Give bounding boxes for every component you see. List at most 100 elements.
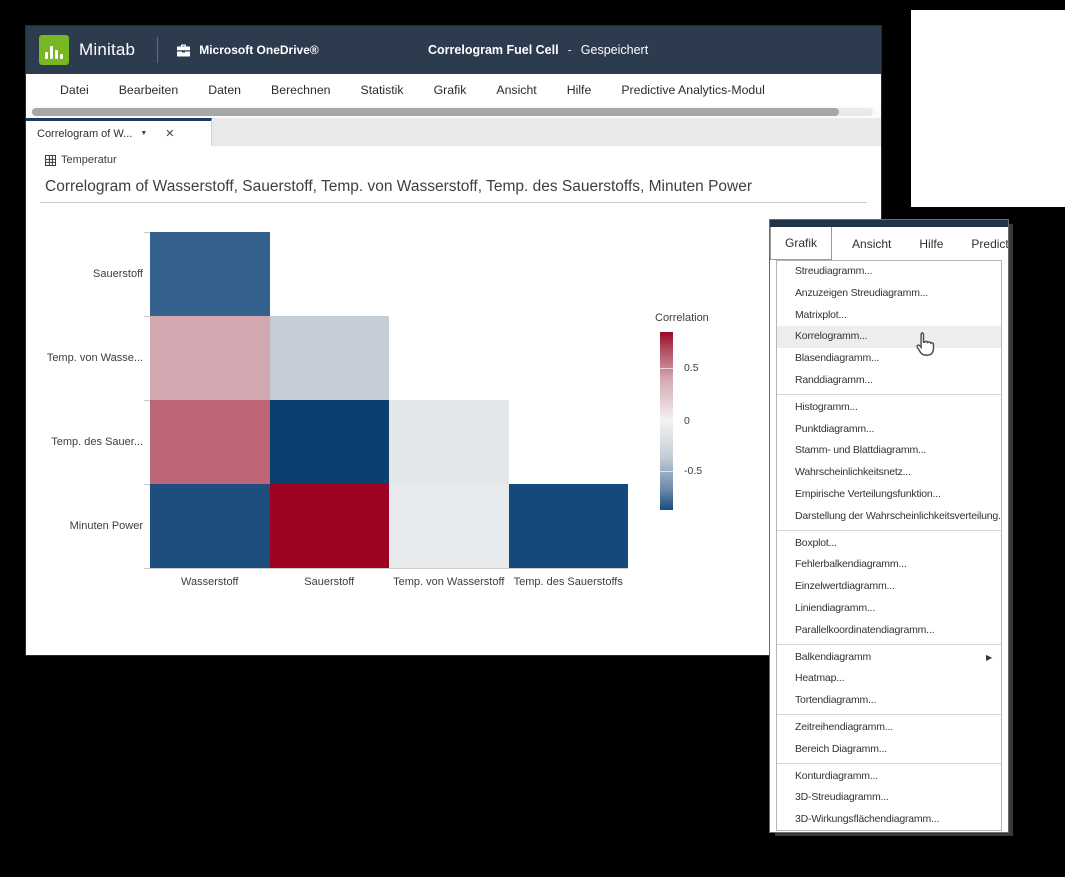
menu-item-heatmap[interactable]: Heatmap... [777,668,1001,690]
menu-item-3d-streudiagramm[interactable]: 3D-Streudiagramm... [777,787,1001,809]
correlogram-cell [150,232,270,316]
storage-provider-label: Microsoft OneDrive® [199,43,319,57]
header-divider [157,37,158,63]
legend-tick-0: 0 [684,415,690,427]
document-title: Correlogram Fuel Cell - Gespeichert [428,26,648,74]
menubar-item-hilfe[interactable]: Hilfe [567,83,592,97]
legend-tick-0-5: 0.5 [684,362,699,374]
menubar-item-grafik[interactable]: Grafik [434,83,467,97]
menu-item-liniendiagramm[interactable]: Liniendiagramm... [777,598,1001,620]
brand-name: Minitab [79,40,135,60]
menu-separator [777,394,1001,395]
tab-correlogram[interactable]: Correlogram of W... ▼ ✕ [26,118,212,146]
chart-row-labels: SauerstoffTemp. von Wasse...Temp. des Sa… [26,232,143,568]
panel-menubar-item-predictiv[interactable]: Predictiv [957,227,1008,260]
main-menubar: Datei Bearbeiten Daten Berechnen Statistik Gr… [26,74,881,106]
correlogram-cell [150,400,270,484]
row-label-sauerstoff: Sauerstoff [93,268,143,280]
menu-item-blasendiagramm[interactable]: Blasendiagramm... [777,348,1001,370]
menu-item-3d-wirkungsflächendiagramm[interactable]: 3D-Wirkungsflächendiagramm... [777,809,1001,831]
submenu-arrow-icon: ▶ [986,647,992,669]
background-window-fragment [911,10,1065,207]
tab-strip: Correlogram of W... ▼ ✕ [26,118,881,146]
menu-item-matrixplot[interactable]: Matrixplot... [777,305,1001,327]
worksheet-name: Temperatur [61,154,117,166]
scrollbar-thumb[interactable] [32,108,839,116]
menu-item-punktdiagramm[interactable]: Punktdiagramm... [777,419,1001,441]
menubar-item-statistik[interactable]: Statistik [361,83,404,97]
app-header: Minitab Microsoft OneDrive® Correlogram … [26,26,881,74]
minitab-window: Minitab Microsoft OneDrive® Correlogram … [26,26,881,655]
correlogram-cell [270,400,390,484]
menu-item-zeitreihendiagramm[interactable]: Zeitreihendiagramm... [777,717,1001,739]
axis-tick [144,316,150,317]
correlogram-cell [270,484,390,568]
axis-tick [144,484,150,485]
row-label-temp-des-sauer: Temp. des Sauer... [51,436,143,448]
menu-item-balkendiagramm[interactable]: Balkendiagramm▶ [777,647,1001,669]
panel-menubar: GrafikAnsichtHilfePredictiv [770,227,1008,260]
storage-provider-button[interactable]: Microsoft OneDrive® [176,43,319,57]
document-name: Correlogram Fuel Cell [428,43,559,57]
worksheet-row: Temperatur [45,154,117,166]
menu-separator [777,644,1001,645]
menu-item-bereich-diagramm[interactable]: Bereich Diagramm... [777,739,1001,761]
menu-item-darstellung-der-wahrscheinlichkeitsverteilung[interactable]: Darstellung der Wahrscheinlichkeitsverte… [777,506,1001,528]
panel-menubar-item-ansicht[interactable]: Ansicht [838,227,905,260]
close-icon[interactable]: ✕ [165,127,174,140]
panel-menubar-item-hilfe[interactable]: Hilfe [905,227,957,260]
menubar-item-ansicht[interactable]: Ansicht [496,83,536,97]
menu-item-randdiagramm[interactable]: Randdiagramm... [777,370,1001,392]
menubar-item-berechnen[interactable]: Berechnen [271,83,330,97]
menu-separator [777,530,1001,531]
title-divider [40,202,867,203]
menubar-item-bearbeiten[interactable]: Bearbeiten [119,83,178,97]
menu-item-anzuzeigen-streudiagramm[interactable]: Anzuzeigen Streudiagramm... [777,283,1001,305]
chevron-down-icon[interactable]: ▼ [140,130,147,137]
briefcase-icon [176,44,191,57]
minitab-logo-icon [39,35,69,65]
correlogram-cell [389,484,509,568]
menu-item-einzelwertdiagramm[interactable]: Einzelwertdiagramm... [777,576,1001,598]
menu-item-wahrscheinlichkeitsnetz[interactable]: Wahrscheinlichkeitsnetz... [777,462,1001,484]
menu-item-parallelkoordinatendiagramm[interactable]: Parallelkoordinatendiagramm... [777,620,1001,642]
screenshot-canvas: Minitab Microsoft OneDrive® Correlogram … [0,0,1065,877]
legend-gradient-bar [660,332,673,510]
horizontal-scrollbar[interactable] [26,106,881,118]
col-label-temp-des-sauerstoffs: Temp. des Sauerstoffs [514,576,623,588]
menu-item-histogramm[interactable]: Histogramm... [777,397,1001,419]
panel-menubar-item-grafik[interactable]: Grafik [770,227,832,260]
row-label-minuten-power: Minuten Power [70,520,143,532]
title-separator: - [568,43,572,57]
menu-item-fehlerbalkendiagramm[interactable]: Fehlerbalkendiagramm... [777,554,1001,576]
correlogram-plot[interactable] [150,232,628,569]
col-label-sauerstoff: Sauerstoff [304,576,354,588]
legend-scale-mark [660,368,673,369]
legend-ticks: 0.50-0.5 [684,332,724,510]
menubar-item-daten[interactable]: Daten [208,83,241,97]
menu-item-konturdiagramm[interactable]: Konturdiagramm... [777,766,1001,788]
panel-topbar [770,220,1008,227]
menu-item-streudiagramm[interactable]: Streudiagramm... [777,261,1001,283]
table-grid-icon [45,155,56,166]
col-label-wasserstoff: Wasserstoff [181,576,238,588]
menubar-item-datei[interactable]: Datei [60,83,89,97]
legend-scale-mark [660,471,673,472]
menu-item-empirische-verteilungsfunktion[interactable]: Empirische Verteilungsfunktion... [777,484,1001,506]
correlogram-cell [509,484,629,568]
menu-item-stamm-und-blattdiagramm[interactable]: Stamm- und Blattdiagramm... [777,440,1001,462]
correlogram-cell [389,400,509,484]
correlogram-cell [150,316,270,400]
menu-item-boxplot[interactable]: Boxplot... [777,533,1001,555]
axis-tick [144,232,150,233]
menu-item-korrelogramm[interactable]: Korrelogramm... [777,326,1001,348]
grafik-dropdown-menu: Streudiagramm...Anzuzeigen Streudiagramm… [776,260,1002,831]
grafik-menu-panel: GrafikAnsichtHilfePredictiv Streudiagram… [770,220,1008,832]
menu-separator [777,763,1001,764]
chart-col-labels: WasserstoffSauerstoffTemp. von Wassersto… [150,576,628,592]
menu-item-tortendiagramm[interactable]: Tortendiagramm... [777,690,1001,712]
tab-label: Correlogram of W... [37,128,132,140]
menubar-item-predictive-analytics-modul[interactable]: Predictive Analytics-Modul [621,83,765,97]
menu-separator [777,714,1001,715]
correlogram-cell [150,484,270,568]
